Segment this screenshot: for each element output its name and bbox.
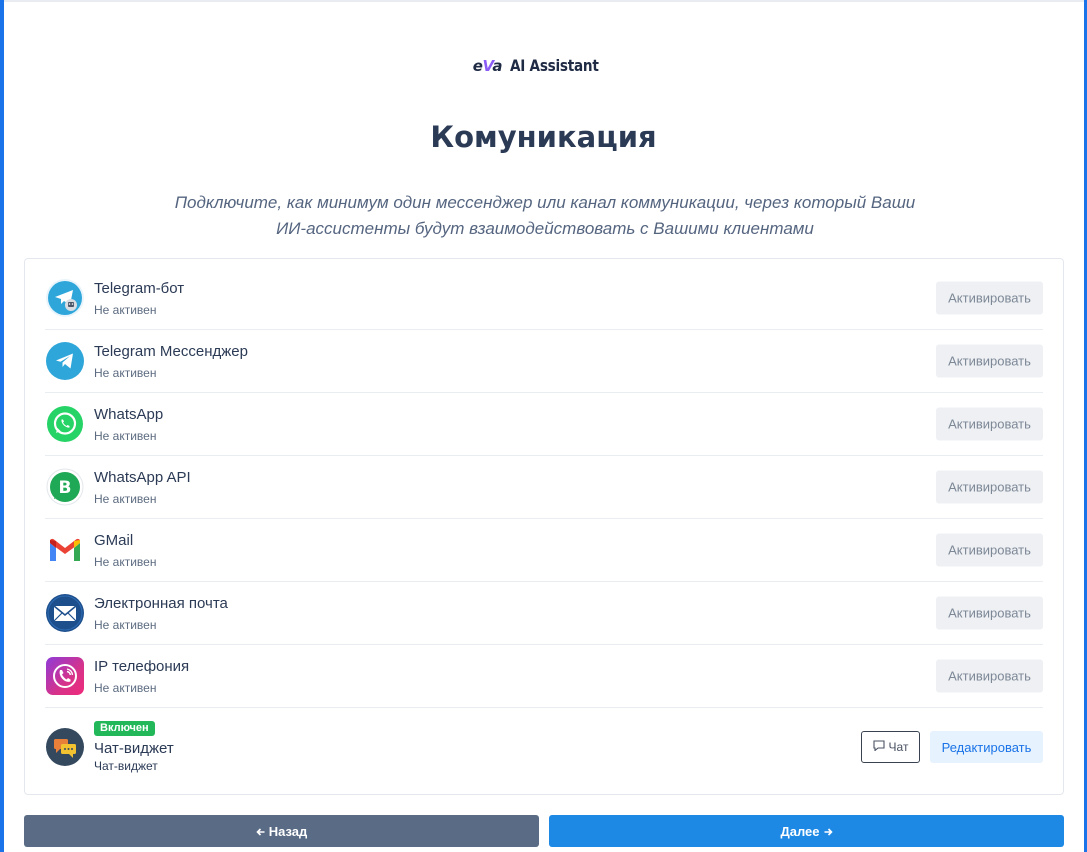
channels-card: Telegram-бот Не активен Активировать Tel… bbox=[24, 258, 1064, 795]
svg-text:B: B bbox=[59, 478, 72, 498]
window-frame-top bbox=[4, 0, 1084, 2]
chat-button-label: Чат bbox=[888, 740, 909, 754]
page-subtitle: Подключите, как минимум один мессенджер … bbox=[174, 193, 916, 238]
activate-email-button[interactable]: Активировать bbox=[936, 596, 1043, 630]
channel-row-email: Электронная почта Не активен Активироват… bbox=[45, 582, 1043, 645]
channel-row-ip-telephony: IP телефония Не активен Активировать bbox=[45, 645, 1043, 708]
back-button[interactable]: Назад bbox=[24, 815, 539, 847]
arrow-left-icon bbox=[256, 824, 265, 839]
activate-gmail-button[interactable]: Активировать bbox=[936, 533, 1043, 567]
channel-status: Не активен bbox=[94, 680, 157, 695]
telegram-bot-icon bbox=[46, 279, 84, 317]
chat-widget-icon bbox=[46, 728, 84, 766]
channel-name: Telegram Мессенджер bbox=[94, 342, 248, 360]
channel-name: GMail bbox=[94, 531, 134, 549]
next-button-label: Далее bbox=[780, 823, 820, 839]
logo-mark: eVa bbox=[472, 56, 503, 75]
channel-row-telegram: Telegram Мессенджер Не активен Активиров… bbox=[45, 330, 1043, 393]
channel-status: Не активен bbox=[94, 554, 157, 569]
channel-status: Не активен bbox=[94, 302, 157, 317]
arrow-right-icon bbox=[824, 824, 833, 839]
channel-row-gmail: GMail Не активен Активировать bbox=[45, 519, 1043, 582]
channel-status: Не активен bbox=[94, 617, 157, 632]
channel-status: Не активен bbox=[94, 428, 157, 443]
gmail-icon bbox=[46, 531, 84, 569]
channel-status: Не активен bbox=[94, 491, 157, 506]
viber-phone-icon bbox=[46, 657, 84, 695]
activate-whatsapp-button[interactable]: Активировать bbox=[936, 407, 1043, 441]
telegram-icon bbox=[46, 342, 84, 380]
logo-text: AI Assistant bbox=[510, 56, 599, 75]
channel-name: Чат-виджет bbox=[94, 739, 174, 757]
channel-subname: Чат-виджет bbox=[94, 758, 158, 773]
channel-status: Не активен bbox=[94, 365, 157, 380]
activate-ip-telephony-button[interactable]: Активировать bbox=[936, 659, 1043, 693]
chat-bubble-icon bbox=[872, 740, 885, 754]
logo: eVa AI Assistant bbox=[0, 56, 1087, 75]
channel-row-chat-widget: Включен Чат-виджет Чат-виджет Чат Редакт… bbox=[45, 708, 1043, 786]
activate-whatsapp-api-button[interactable]: Активировать bbox=[936, 470, 1043, 504]
whatsapp-icon bbox=[46, 405, 84, 443]
channel-name: WhatsApp bbox=[94, 405, 164, 423]
channel-name: Telegram-бот bbox=[94, 279, 185, 297]
status-badge: Включен bbox=[94, 720, 155, 736]
activate-telegram-bot-button[interactable]: Активировать bbox=[936, 281, 1043, 315]
channel-name: Электронная почта bbox=[94, 594, 228, 612]
channel-row-telegram-bot: Telegram-бот Не активен Активировать bbox=[45, 267, 1043, 330]
page-title: Комуникация bbox=[430, 120, 657, 154]
email-icon bbox=[46, 594, 84, 632]
back-button-label: Назад bbox=[268, 823, 308, 839]
channel-name: IP телефония bbox=[94, 657, 190, 675]
chat-button[interactable]: Чат bbox=[861, 731, 920, 763]
activate-telegram-button[interactable]: Активировать bbox=[936, 344, 1043, 378]
next-button[interactable]: Далее bbox=[549, 815, 1064, 847]
whatsapp-business-icon: B bbox=[46, 468, 84, 506]
channel-row-whatsapp: WhatsApp Не активен Активировать bbox=[45, 393, 1043, 456]
channel-row-whatsapp-api: B WhatsApp API Не активен Активировать bbox=[45, 456, 1043, 519]
edit-button[interactable]: Редактировать bbox=[930, 731, 1043, 763]
channel-name: WhatsApp API bbox=[94, 468, 191, 486]
